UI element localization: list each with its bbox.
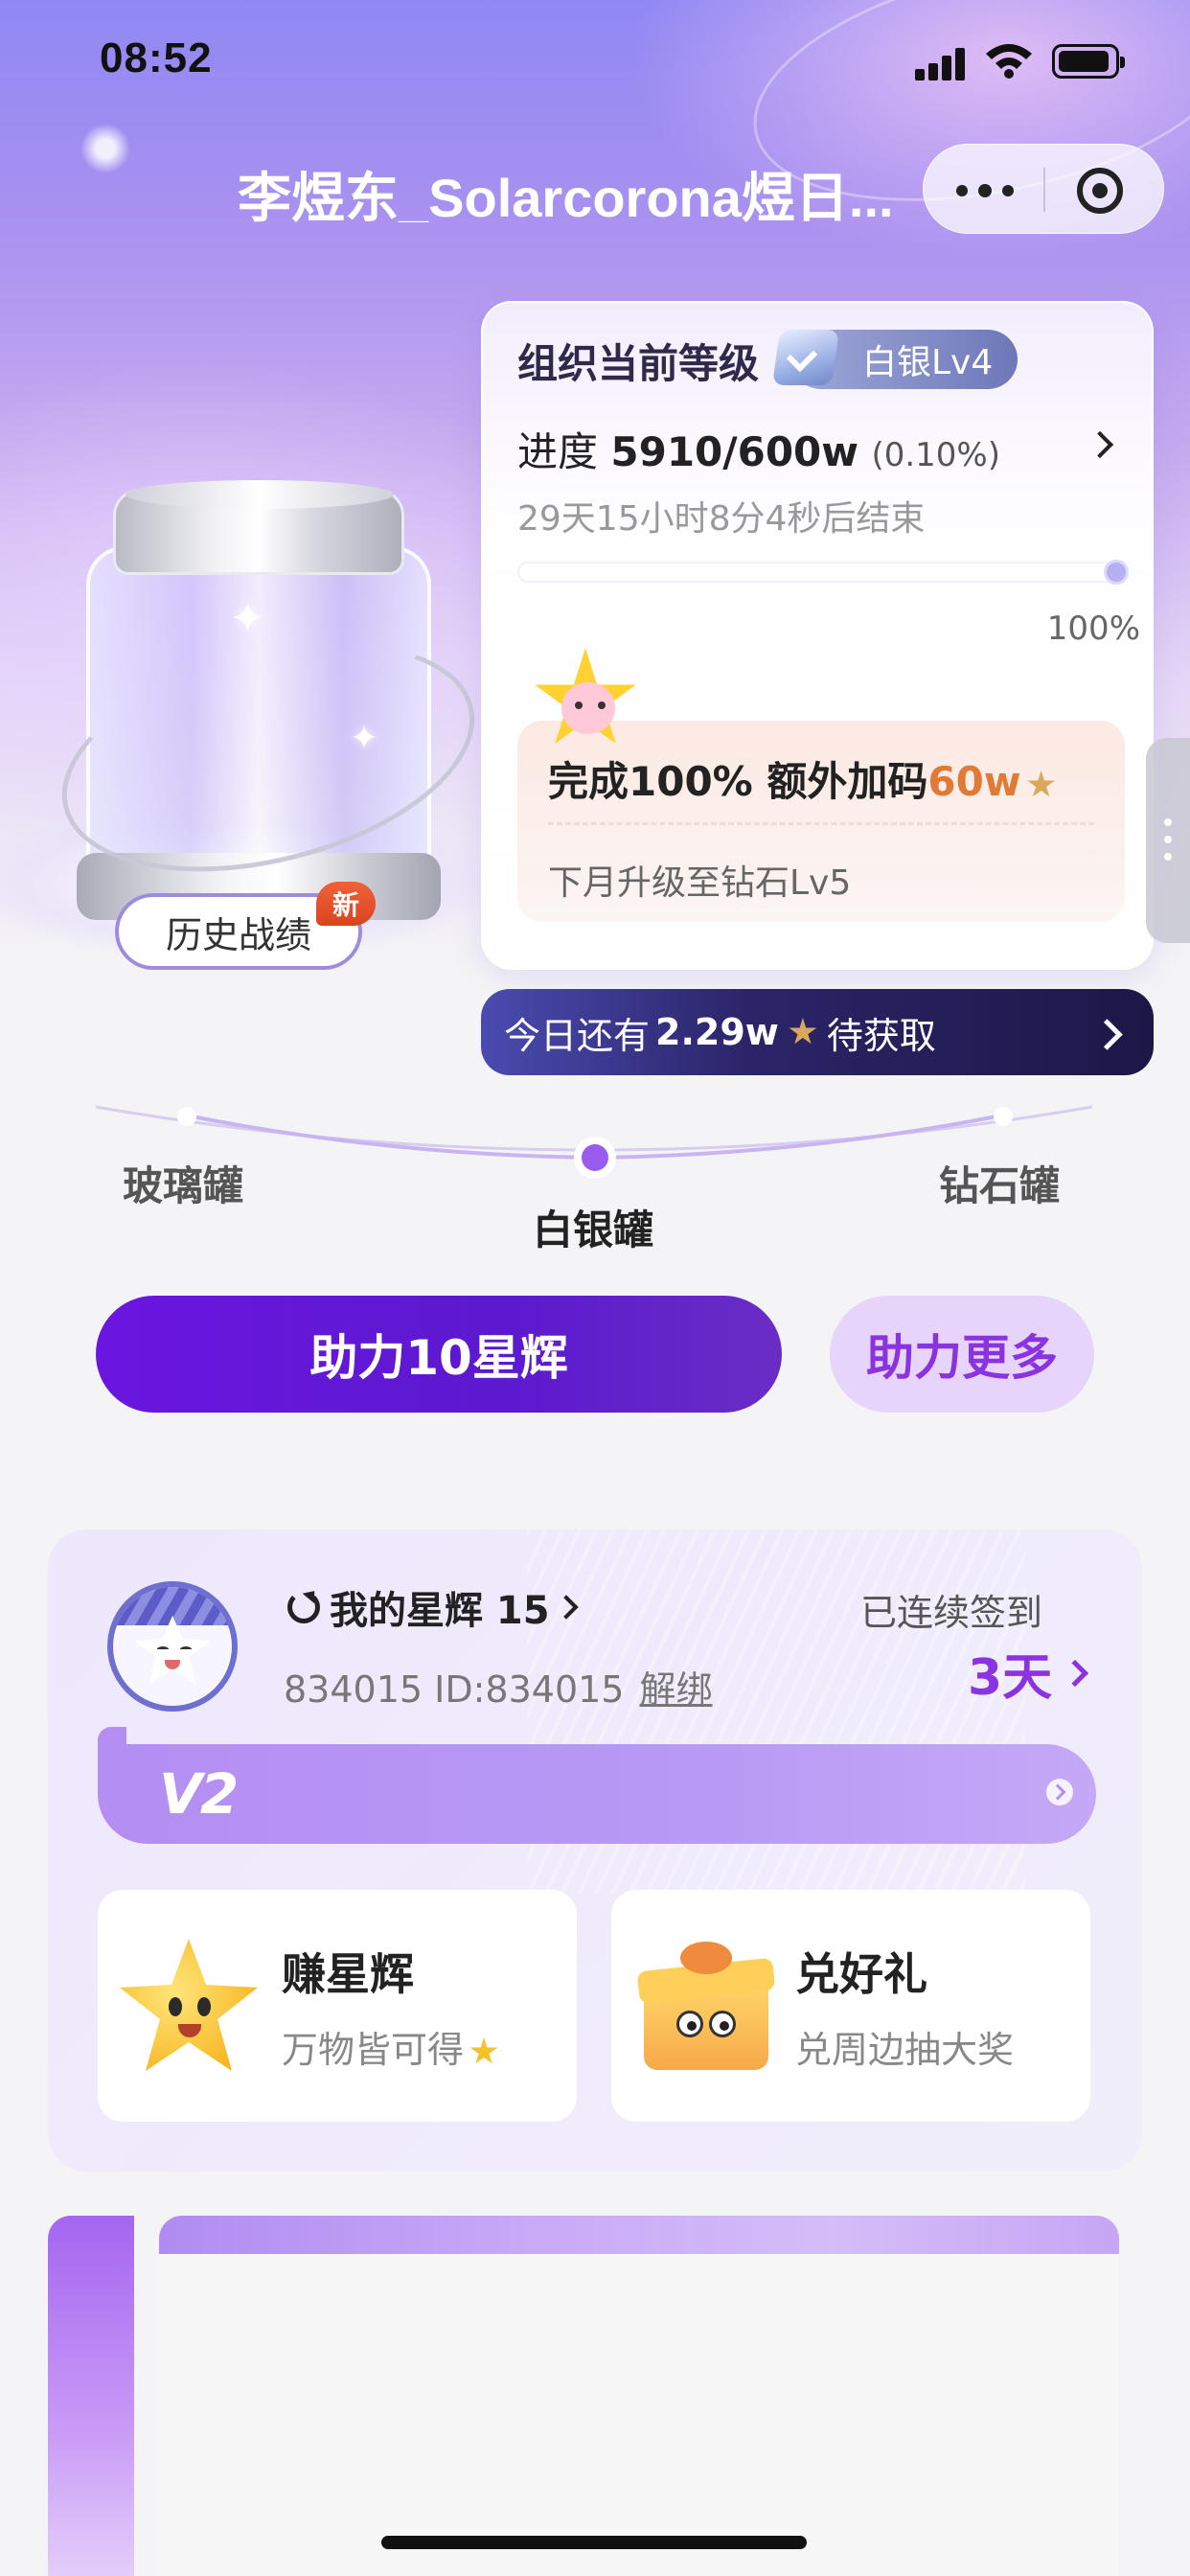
level-progress-bar bbox=[517, 562, 1115, 583]
progress-value: 5910/600w bbox=[610, 428, 859, 475]
chevron-right-icon bbox=[1094, 1014, 1123, 1052]
countdown-text: 29天15小时8分4秒后结束 bbox=[517, 499, 926, 539]
chevron-right-icon bbox=[553, 1595, 579, 1620]
user-card: 我的星辉 15 834015 ID:834015 解绑 已连续签到 3天 V2 赚… bbox=[48, 1530, 1142, 2172]
earn-stars-sub-text: 万物皆可得 bbox=[282, 2029, 465, 2071]
level-card: 组织当前等级 白银Lv4 进度 5910/600w (0.10%) 29天15小… bbox=[481, 301, 1154, 970]
star-icon bbox=[1027, 770, 1056, 797]
today-prefix: 今日还有 bbox=[504, 1014, 651, 1057]
close-target-icon[interactable] bbox=[1073, 164, 1127, 218]
page-title: 李煜东_Solarcorona煜日... bbox=[238, 168, 894, 222]
earn-stars-subtitle: 万物皆可得 bbox=[282, 2020, 498, 2073]
jar-illustration: ✦ ✦ bbox=[37, 470, 499, 949]
capsule-divider bbox=[1043, 168, 1045, 212]
earn-stars-tile[interactable]: 赚星辉 万物皆可得 bbox=[98, 1890, 577, 2122]
bonus-amount: 60w bbox=[927, 758, 1021, 805]
wifi-icon bbox=[986, 44, 1032, 79]
vip-level-label: V2 bbox=[159, 1761, 239, 1827]
bonus-prefix: 完成100% 额外加码 bbox=[548, 758, 928, 805]
side-drawer-handle[interactable] bbox=[1146, 738, 1190, 943]
sparkle-icon: ✦ bbox=[350, 719, 379, 758]
progress-prefix: 进度 bbox=[517, 428, 599, 475]
dashed-divider bbox=[548, 822, 1094, 825]
silver-crown-icon bbox=[770, 320, 841, 391]
redeem-gifts-title: 兑好礼 bbox=[795, 1948, 927, 2000]
bottom-side-tab[interactable] bbox=[48, 2216, 134, 2576]
chevron-right-icon[interactable] bbox=[1087, 426, 1115, 464]
redeem-gifts-tile[interactable]: 兑好礼 兑周边抽大奖 bbox=[611, 1890, 1090, 2122]
arrow-right-icon bbox=[1046, 1779, 1073, 1806]
refresh-icon[interactable] bbox=[287, 1591, 320, 1623]
mini-program-capsule bbox=[923, 144, 1164, 234]
new-badge: 新 bbox=[316, 882, 376, 926]
earn-stars-title: 赚星辉 bbox=[282, 1948, 414, 2000]
stage-label-glass[interactable]: 玻璃罐 bbox=[123, 1154, 243, 1212]
star-icon bbox=[469, 2037, 498, 2064]
stage-dot-diamond[interactable] bbox=[994, 1107, 1013, 1126]
my-stars-label: 我的星辉 15 bbox=[330, 1589, 550, 1633]
battery-icon bbox=[1052, 44, 1125, 79]
status-bar: 08:52 bbox=[0, 0, 1190, 125]
stage-label-silver[interactable]: 白银罐 bbox=[533, 1198, 653, 1256]
page: 08:52 李煜东_Solarcorona煜日... ✦ ✦ 历史战绩 新 组织… bbox=[0, 0, 1190, 2576]
star-icon bbox=[789, 1018, 817, 1045]
bottom-panel bbox=[159, 2254, 1119, 2576]
checkin-days-value: 3天 bbox=[968, 1649, 1053, 1707]
progress-end-dot bbox=[1104, 560, 1129, 585]
star-mascot-icon bbox=[533, 648, 646, 761]
stage-dot-glass[interactable] bbox=[177, 1107, 196, 1126]
user-id-text: 834015 ID:834015 bbox=[284, 1668, 625, 1711]
avatar[interactable] bbox=[107, 1581, 238, 1712]
vip-level-bar[interactable]: V2 bbox=[98, 1727, 1096, 1844]
cellular-signal-icon bbox=[915, 46, 969, 80]
status-time: 08:52 bbox=[100, 34, 213, 81]
checkin-days-link[interactable]: 3天 bbox=[968, 1637, 1089, 1709]
home-indicator[interactable] bbox=[381, 2536, 807, 2549]
stage-label-diamond[interactable]: 钻石罐 bbox=[939, 1154, 1060, 1212]
stage-dot-silver[interactable] bbox=[582, 1144, 608, 1171]
today-amount: 2.29w bbox=[655, 1011, 779, 1053]
today-remaining-banner[interactable]: 今日还有 2.29w 待获取 bbox=[481, 989, 1154, 1075]
user-id-row: 834015 ID:834015 解绑 bbox=[284, 1660, 713, 1713]
boost-10-stars-button[interactable]: 助力10星辉 bbox=[96, 1296, 782, 1413]
unbind-link[interactable]: 解绑 bbox=[639, 1668, 712, 1711]
level-progress-fill bbox=[517, 562, 1115, 583]
level-card-title: 组织当前等级 bbox=[517, 340, 760, 387]
boost-more-button[interactable]: 助力更多 bbox=[830, 1296, 1094, 1413]
smiling-star-icon bbox=[117, 1936, 261, 2080]
chevron-right-icon bbox=[1062, 1659, 1089, 1687]
bonus-subtitle: 下月升级至钻石Lv5 bbox=[548, 863, 852, 903]
progress-row[interactable]: 进度 5910/600w (0.10%) bbox=[517, 420, 1000, 478]
redeem-gifts-subtitle: 兑周边抽大奖 bbox=[795, 2029, 1015, 2071]
checkin-label: 已连续签到 bbox=[860, 1592, 1043, 1634]
bottom-panel-header bbox=[159, 2216, 1119, 2256]
sparkle-icon: ✦ bbox=[230, 594, 265, 643]
gift-box-icon bbox=[634, 1940, 776, 2082]
progress-bar-label: 100% bbox=[1046, 610, 1140, 648]
progress-percent: (0.10%) bbox=[871, 436, 1000, 474]
more-dots-icon[interactable] bbox=[952, 164, 1016, 216]
today-suffix: 待获取 bbox=[826, 1014, 936, 1057]
my-stars-row[interactable]: 我的星辉 15 bbox=[287, 1579, 579, 1635]
jar-lid bbox=[113, 480, 404, 575]
